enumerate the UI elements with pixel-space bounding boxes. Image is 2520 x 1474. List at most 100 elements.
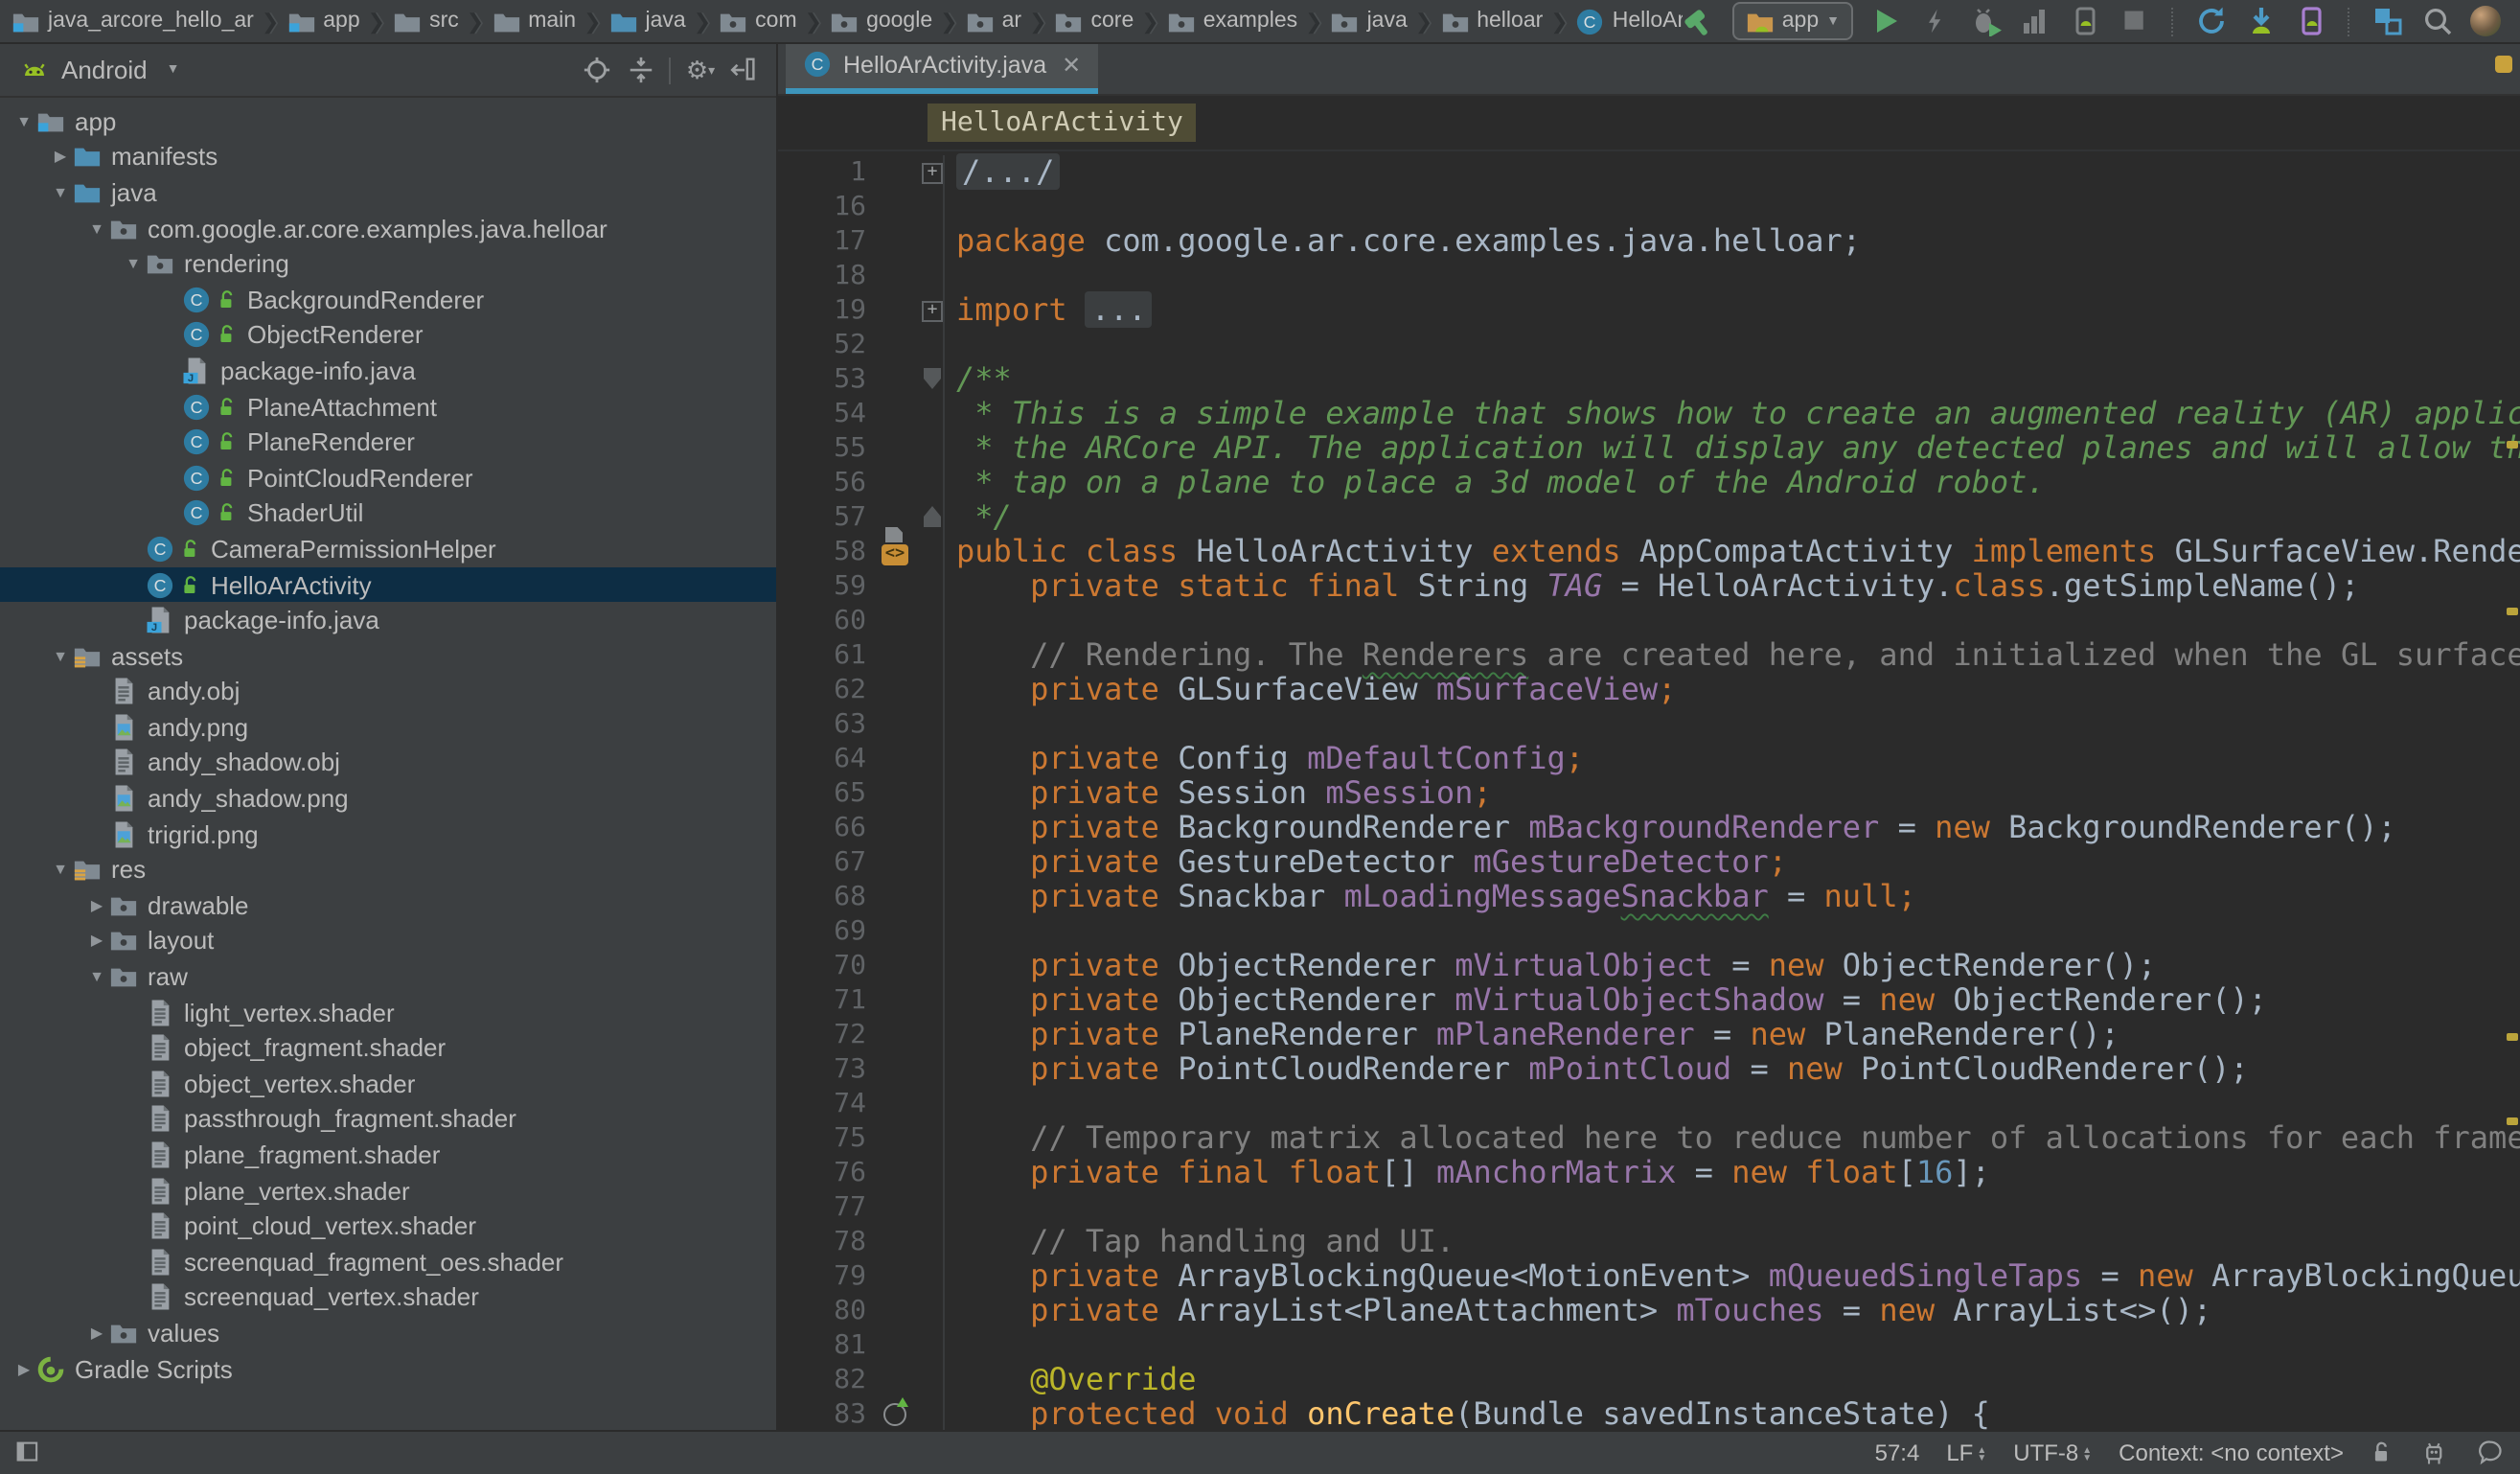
sdk-manager-button[interactable] — [2244, 4, 2279, 38]
breadcrumb-item-src[interactable]: src — [393, 7, 459, 35]
breadcrumb-item-ar[interactable]: ar — [966, 7, 1021, 35]
fold-marker-icon[interactable] — [920, 362, 945, 397]
chevron-expanded-icon[interactable]: ▼ — [11, 113, 36, 130]
breadcrumb-item-core[interactable]: core — [1055, 7, 1134, 35]
chevron-expanded-icon[interactable]: ▼ — [48, 647, 73, 664]
tree-item-com-google-ar-core-examples-java-helloar[interactable]: ▼com.google.ar.core.examples.java.helloa… — [0, 211, 776, 246]
tree-item-trigrid-png[interactable]: trigrid.png — [0, 817, 776, 852]
lock-open-icon[interactable] — [2371, 1439, 2395, 1466]
tree-item-planeattachment[interactable]: CPlaneAttachment — [0, 389, 776, 425]
user-avatar[interactable] — [2470, 6, 2501, 36]
chevron-collapsed-icon[interactable]: ▶ — [84, 933, 109, 950]
breadcrumb-item-helloar[interactable]: helloar — [1440, 7, 1543, 35]
chevron-collapsed-icon[interactable]: ▶ — [48, 149, 73, 166]
sync-project-button[interactable] — [2194, 4, 2229, 38]
tree-item-objectrenderer[interactable]: CObjectRenderer — [0, 317, 776, 353]
breadcrumb-item-main[interactable]: main — [492, 7, 576, 35]
breadcrumb-item-com[interactable]: com — [719, 7, 796, 35]
warning-stripe-mark[interactable] — [2507, 1117, 2518, 1125]
tree-item-passthrough-fragment-shader[interactable]: passthrough_fragment.shader — [0, 1101, 776, 1137]
tree-item-screenquad-fragment-oes-shader[interactable]: screenquad_fragment_oes.shader — [0, 1244, 776, 1279]
hide-panel-button[interactable] — [728, 54, 761, 86]
tree-item-andy-png[interactable]: andy.png — [0, 709, 776, 745]
run-button[interactable] — [1868, 4, 1903, 38]
run-on-device-button[interactable] — [2068, 4, 2102, 38]
encoding-widget[interactable]: UTF-8▲▼ — [2013, 1439, 2092, 1466]
tree-item-object-fragment-shader[interactable]: object_fragment.shader — [0, 1030, 776, 1066]
chevron-expanded-icon[interactable]: ▼ — [84, 968, 109, 985]
apply-changes-button[interactable] — [1918, 4, 1953, 38]
warning-stripe-mark[interactable] — [2507, 608, 2518, 615]
chevron-expanded-icon[interactable]: ▼ — [121, 255, 146, 272]
project-view-selector[interactable]: Android — [61, 56, 148, 84]
close-tab-icon[interactable]: ✕ — [1062, 51, 1081, 78]
tree-item-plane-fragment-shader[interactable]: plane_fragment.shader — [0, 1137, 776, 1172]
tool-window-toggle-icon[interactable] — [15, 1440, 42, 1465]
tree-item-plane-vertex-shader[interactable]: plane_vertex.shader — [0, 1173, 776, 1209]
locate-file-button[interactable] — [581, 54, 613, 86]
profile-button[interactable] — [2018, 4, 2052, 38]
tree-item-res[interactable]: ▼res — [0, 852, 776, 887]
fold-marker-icon[interactable]: + — [920, 293, 945, 328]
editor-tab-helloaractivity[interactable]: C HelloArActivity.java ✕ — [786, 44, 1098, 94]
tree-item-camerapermissionhelper[interactable]: CCameraPermissionHelper — [0, 531, 776, 566]
override-gutter-icon[interactable] — [878, 1397, 920, 1430]
warning-stripe-mark[interactable] — [2507, 441, 2518, 449]
fold-marker-icon[interactable] — [920, 500, 945, 535]
breadcrumb-item-java_arcore_hello_ar[interactable]: java_arcore_hello_ar — [11, 7, 254, 35]
caret-position-widget[interactable]: 57:4 — [1875, 1439, 1920, 1466]
tree-item-package-info-java[interactable]: Jpackage-info.java — [0, 603, 776, 638]
tree-item-andy-shadow-obj[interactable]: andy_shadow.obj — [0, 745, 776, 780]
tree-item-andy-obj[interactable]: andy.obj — [0, 674, 776, 709]
tree-item-raw[interactable]: ▼raw — [0, 959, 776, 995]
tree-item-planerenderer[interactable]: CPlaneRenderer — [0, 425, 776, 460]
breadcrumb-item-java[interactable]: java — [609, 7, 686, 35]
error-stripe-scrollbar[interactable] — [2501, 44, 2520, 1430]
chevron-expanded-icon[interactable]: ▼ — [48, 184, 73, 201]
chevron-collapsed-icon[interactable]: ▶ — [84, 1324, 109, 1342]
line-ending-widget[interactable]: LF▲▼ — [1946, 1439, 1986, 1466]
chevron-collapsed-icon[interactable]: ▶ — [11, 1360, 36, 1377]
tree-item-backgroundrenderer[interactable]: CBackgroundRenderer — [0, 282, 776, 317]
chevron-expanded-icon[interactable]: ▼ — [48, 862, 73, 879]
debug-button[interactable] — [1968, 4, 2003, 38]
tree-item-java[interactable]: ▼java — [0, 174, 776, 210]
tree-item-helloaractivity[interactable]: CHelloArActivity — [0, 566, 776, 602]
tree-item-values[interactable]: ▶values — [0, 1315, 776, 1350]
search-everywhere-button[interactable] — [2420, 4, 2455, 38]
stop-button[interactable] — [2118, 4, 2152, 38]
tree-item-drawable[interactable]: ▶drawable — [0, 887, 776, 923]
breadcrumb-item-google[interactable]: google — [830, 7, 932, 35]
hector-inspector-icon[interactable] — [2422, 1439, 2449, 1467]
chevron-expanded-icon[interactable]: ▼ — [84, 219, 109, 237]
breadcrumb-chip-class[interactable]: HelloArActivity — [928, 104, 1197, 142]
tree-item-manifests[interactable]: ▶manifests — [0, 139, 776, 174]
tree-item-rendering[interactable]: ▼rendering — [0, 246, 776, 282]
breadcrumb-item-app[interactable]: app — [286, 7, 359, 35]
tree-item-gradle-scripts[interactable]: ▶Gradle Scripts — [0, 1351, 776, 1387]
tree-item-app[interactable]: ▼app — [0, 104, 776, 139]
breadcrumb-item-helloaractivity[interactable]: CHelloArActivity — [1576, 7, 1683, 35]
code-editor[interactable]: 1+/.../1617package com.google.ar.core.ex… — [778, 151, 2520, 1430]
tree-item-assets[interactable]: ▼assets — [0, 638, 776, 674]
tree-item-light-vertex-shader[interactable]: light_vertex.shader — [0, 995, 776, 1030]
event-log-bubble-icon[interactable] — [2476, 1439, 2505, 1466]
device-manager-button[interactable] — [2294, 4, 2328, 38]
tree-item-object-vertex-shader[interactable]: object_vertex.shader — [0, 1066, 776, 1101]
settings-gear-button[interactable]: ⚙▾ — [684, 54, 717, 86]
breadcrumb-item-java[interactable]: java — [1331, 7, 1408, 35]
fold-marker-icon[interactable]: + — [920, 155, 945, 190]
tree-item-point-cloud-vertex-shader[interactable]: point_cloud_vertex.shader — [0, 1209, 776, 1244]
chevron-collapsed-icon[interactable]: ▶ — [84, 897, 109, 914]
breadcrumb-item-examples[interactable]: examples — [1167, 7, 1297, 35]
build-hammer-button[interactable] — [1683, 4, 1717, 38]
inspections-status-icon[interactable] — [2495, 56, 2512, 73]
tree-item-package-info-java[interactable]: Jpackage-info.java — [0, 353, 776, 388]
tree-item-andy-shadow-png[interactable]: andy_shadow.png — [0, 781, 776, 817]
tree-item-pointcloudrenderer[interactable]: CPointCloudRenderer — [0, 460, 776, 495]
collapse-all-button[interactable] — [625, 54, 657, 86]
run-configuration-dropdown[interactable]: app▼ — [1732, 2, 1853, 40]
related-gutter-icon[interactable]: <> — [878, 535, 920, 569]
layout-inspector-button[interactable] — [2371, 4, 2405, 38]
context-widget[interactable]: Context: <no context> — [2119, 1439, 2344, 1466]
